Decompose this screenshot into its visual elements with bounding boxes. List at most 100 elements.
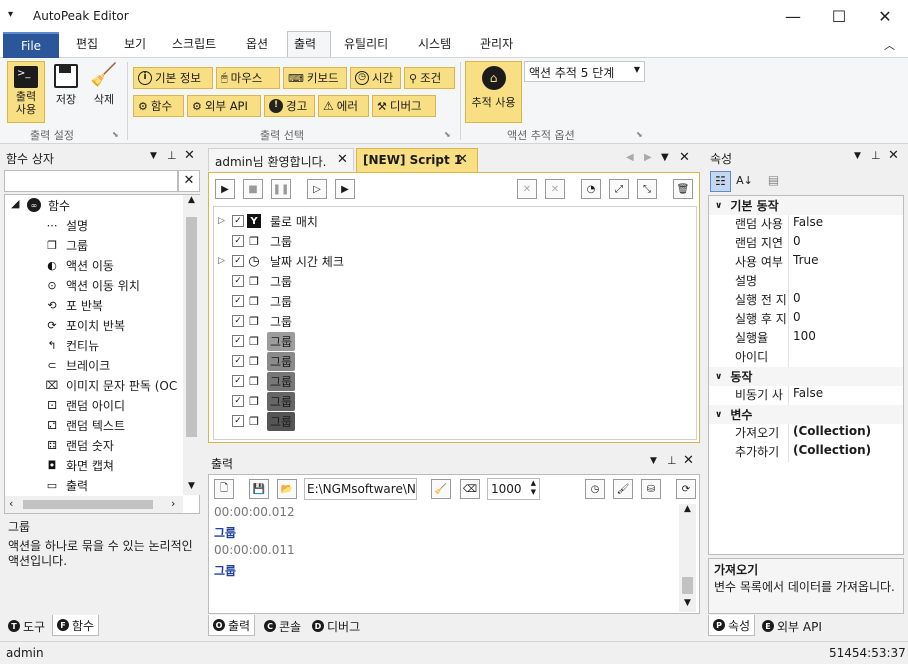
- pin-icon[interactable]: ⊥: [667, 454, 677, 467]
- function-item[interactable]: ⊙ 액션 이동 위치: [45, 275, 183, 295]
- tree-hscrollbar[interactable]: ‹ ›: [5, 496, 183, 513]
- tab-functions[interactable]: F 함수: [52, 615, 100, 636]
- property-row[interactable]: 실행 전 지0: [709, 291, 903, 310]
- menu-utility[interactable]: 유틸리티: [338, 35, 394, 57]
- enable-checkbox[interactable]: ✓: [232, 295, 244, 307]
- function-item[interactable]: ⚃ 랜덤 숫자: [45, 435, 183, 455]
- property-value[interactable]: True: [789, 253, 819, 272]
- function-item[interactable]: ⋯ 설명: [45, 215, 183, 235]
- collapse-button[interactable]: ⤡: [637, 179, 657, 199]
- property-value[interactable]: (Collection): [789, 443, 871, 462]
- enable-checkbox[interactable]: ✓: [232, 415, 244, 427]
- property-value[interactable]: 0: [789, 310, 801, 329]
- enable-checkbox[interactable]: ✓: [232, 355, 244, 367]
- panel-menu-icon[interactable]: ▼: [854, 151, 861, 161]
- tab-script1[interactable]: [NEW] Script 1 ✕: [356, 148, 478, 172]
- function-item[interactable]: ▭ 출력: [45, 475, 183, 495]
- save-output-button[interactable]: 저장: [48, 62, 84, 107]
- property-row[interactable]: 비동기 사 False: [709, 386, 903, 405]
- property-row[interactable]: 설명: [709, 272, 903, 291]
- menu-edit[interactable]: 편집: [70, 35, 104, 57]
- pin-icon[interactable]: ⊥: [167, 149, 177, 162]
- function-item[interactable]: ⚁ 랜덤 텍스트: [45, 415, 183, 435]
- collapse-ribbon-icon[interactable]: ︿: [884, 37, 895, 53]
- action-row[interactable]: ✓ ❐ 그룹: [218, 231, 688, 251]
- dialog-launcher-icon[interactable]: ⬊: [636, 130, 643, 139]
- disable-button[interactable]: ✕: [517, 179, 537, 199]
- function-item[interactable]: ◐ 액션 이동: [45, 255, 183, 275]
- run-button[interactable]: ▶: [215, 179, 235, 199]
- action-row[interactable]: ✓ ❐ 그룹: [218, 371, 688, 391]
- output-refresh-button[interactable]: ⟳: [676, 479, 696, 499]
- tree-scrollbar[interactable]: ▲ ▼: [183, 195, 200, 495]
- output-new-button[interactable]: 🗋: [214, 479, 234, 499]
- output-open-button[interactable]: 📂: [277, 479, 297, 499]
- output-time-button[interactable]: ◷: [585, 479, 605, 499]
- property-value[interactable]: (Collection): [789, 424, 871, 443]
- chip-condition[interactable]: ⚲ 조건: [404, 67, 455, 89]
- stop-button[interactable]: ■: [243, 179, 263, 199]
- tab-welcome[interactable]: admin님 환영합니다. ✕: [208, 148, 354, 171]
- tab-external-api[interactable]: E 외부 API: [758, 616, 826, 636]
- hscroll-thumb[interactable]: [23, 500, 153, 509]
- output-save-button[interactable]: 💾: [249, 479, 269, 499]
- function-search-input[interactable]: [4, 170, 178, 192]
- stepper-arrows-icon[interactable]: ▲ ▼: [531, 479, 536, 497]
- function-item[interactable]: ◘ 화면 캡쳐: [45, 455, 183, 475]
- property-row[interactable]: 실행 후 지0: [709, 310, 903, 329]
- menu-script[interactable]: 스크립트: [166, 35, 222, 57]
- chip-external-api[interactable]: ⚙ 외부 API: [187, 95, 261, 117]
- output-brush-button[interactable]: 🖌: [613, 479, 633, 499]
- scroll-up-icon[interactable]: ▲: [183, 195, 200, 205]
- enable-checkbox[interactable]: ✓: [232, 235, 244, 247]
- delete-script-button[interactable]: 🗑: [673, 179, 693, 199]
- chip-error[interactable]: ⚠ 에러: [318, 95, 369, 117]
- chevron-down-icon[interactable]: ∨: [715, 410, 722, 420]
- menu-admin[interactable]: 관리자: [474, 35, 519, 57]
- tab-tools[interactable]: T 도구: [4, 616, 49, 636]
- property-category[interactable]: ∨ 변수: [709, 405, 903, 424]
- close-tab-icon[interactable]: ✕: [337, 152, 348, 167]
- property-row[interactable]: 가져오기 (Collection): [709, 424, 903, 443]
- action-row[interactable]: ✓ ❐ 그룹: [218, 331, 688, 351]
- menu-output[interactable]: 출력: [287, 31, 331, 57]
- property-row[interactable]: 실행율 100: [709, 329, 903, 348]
- action-row[interactable]: ✓ ❐ 그룹: [218, 351, 688, 371]
- scroll-down-icon[interactable]: ▼: [679, 598, 696, 608]
- function-item[interactable]: ⚀ 랜덤 아이디: [45, 395, 183, 415]
- categorized-icon[interactable]: ☷: [710, 171, 731, 192]
- chip-mouse[interactable]: 🖱 마우스: [216, 67, 280, 89]
- close-window-button[interactable]: ✕: [862, 0, 908, 32]
- file-menu[interactable]: File: [3, 32, 59, 58]
- action-row[interactable]: ✓ ❐ 그룹: [218, 411, 688, 431]
- enable-checkbox[interactable]: ✓: [232, 315, 244, 327]
- property-value[interactable]: False: [789, 215, 823, 234]
- property-value[interactable]: [789, 272, 793, 291]
- property-row[interactable]: 랜덤 지연 0: [709, 234, 903, 253]
- property-row[interactable]: 아이디: [709, 348, 903, 367]
- function-item[interactable]: ⟲ 포 반복: [45, 295, 183, 315]
- function-item[interactable]: ⊂ 브레이크: [45, 355, 183, 375]
- chip-time[interactable]: ◷ 시간: [350, 67, 401, 89]
- scroll-thumb[interactable]: [186, 217, 197, 437]
- enable-checkbox[interactable]: ✓: [232, 215, 244, 227]
- expand-icon[interactable]: ▷: [218, 256, 232, 266]
- property-row[interactable]: 랜덤 사용 False: [709, 215, 903, 234]
- output-fill-button[interactable]: ⛁: [641, 479, 661, 499]
- menu-view[interactable]: 보기: [118, 35, 152, 57]
- expand-icon[interactable]: ▷: [218, 216, 232, 226]
- close-icon[interactable]: ✕: [184, 148, 195, 163]
- chevron-down-icon[interactable]: ∨: [715, 372, 722, 382]
- pause-button[interactable]: ❚❚: [271, 179, 291, 199]
- timer-button[interactable]: ◔: [581, 179, 601, 199]
- chip-basic-info[interactable]: i 기본 정보: [133, 67, 213, 89]
- action-row[interactable]: ✓ ❐ 그룹: [218, 271, 688, 291]
- minimize-button[interactable]: —: [770, 0, 816, 32]
- function-item[interactable]: ⟳ 포이치 반복: [45, 315, 183, 335]
- run-to-button[interactable]: ▶: [335, 179, 355, 199]
- action-row[interactable]: ✓ ❐ 그룹: [218, 391, 688, 411]
- output-clean-button[interactable]: 🧹: [431, 479, 451, 499]
- chip-function[interactable]: ⚙ 함수: [133, 95, 184, 117]
- menu-system[interactable]: 시스템: [412, 35, 457, 57]
- action-row[interactable]: ▷ ✓ Y 룰로 매치: [218, 211, 688, 231]
